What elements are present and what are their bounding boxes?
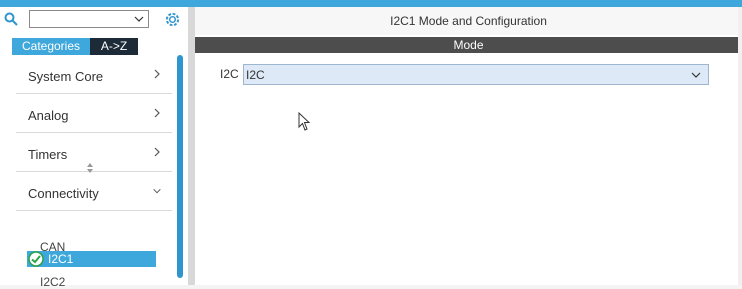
category-label: Connectivity (28, 186, 99, 201)
search-icon[interactable] (4, 12, 18, 26)
category-system-core[interactable]: System Core (16, 55, 172, 94)
panel-splitter[interactable] (188, 7, 195, 285)
chevron-right-icon (154, 69, 160, 79)
category-label: Timers (28, 147, 68, 162)
chevron-down-icon (153, 188, 161, 194)
gear-icon[interactable] (164, 11, 181, 28)
chevron-right-icon (154, 108, 160, 118)
list-item-label: I2C1 (48, 252, 74, 266)
i2c-field-label: I2C (220, 67, 239, 81)
scrollbar-thumb[interactable] (177, 55, 183, 278)
tab-categories[interactable]: Categories (12, 38, 90, 55)
top-accent-strip (0, 0, 742, 7)
panel-scrollbar[interactable] (738, 7, 742, 285)
category-analog[interactable]: Analog (16, 94, 172, 133)
panel-title: I2C1 Mode and Configuration (195, 7, 742, 35)
mouse-pointer-icon (298, 112, 311, 131)
category-tabs: Categories A->Z (12, 38, 138, 55)
i2c-mode-value: I2C (246, 68, 265, 82)
configuration-panel: I2C1 Mode and Configuration Mode I2C I2C (195, 7, 742, 285)
chevron-down-icon[interactable] (133, 12, 145, 26)
category-label: System Core (28, 69, 104, 84)
check-circle-icon (28, 251, 44, 267)
category-scrollbar[interactable] (176, 55, 184, 278)
tab-a-to-z[interactable]: A->Z (90, 38, 138, 55)
category-connectivity[interactable]: Connectivity (16, 172, 172, 211)
i2c-mode-select[interactable]: I2C (243, 64, 709, 85)
section-header-mode[interactable]: Mode (195, 37, 742, 53)
list-item-i2c1[interactable]: I2C1 (27, 251, 156, 267)
category-timers[interactable]: Timers (16, 133, 172, 172)
search-input[interactable] (29, 10, 149, 28)
chevron-down-icon[interactable] (690, 68, 702, 82)
sort-icon[interactable] (86, 162, 94, 174)
chevron-right-icon (154, 147, 160, 157)
list-item-i2c2[interactable]: I2C2 (40, 275, 65, 289)
category-label: Analog (28, 108, 69, 123)
